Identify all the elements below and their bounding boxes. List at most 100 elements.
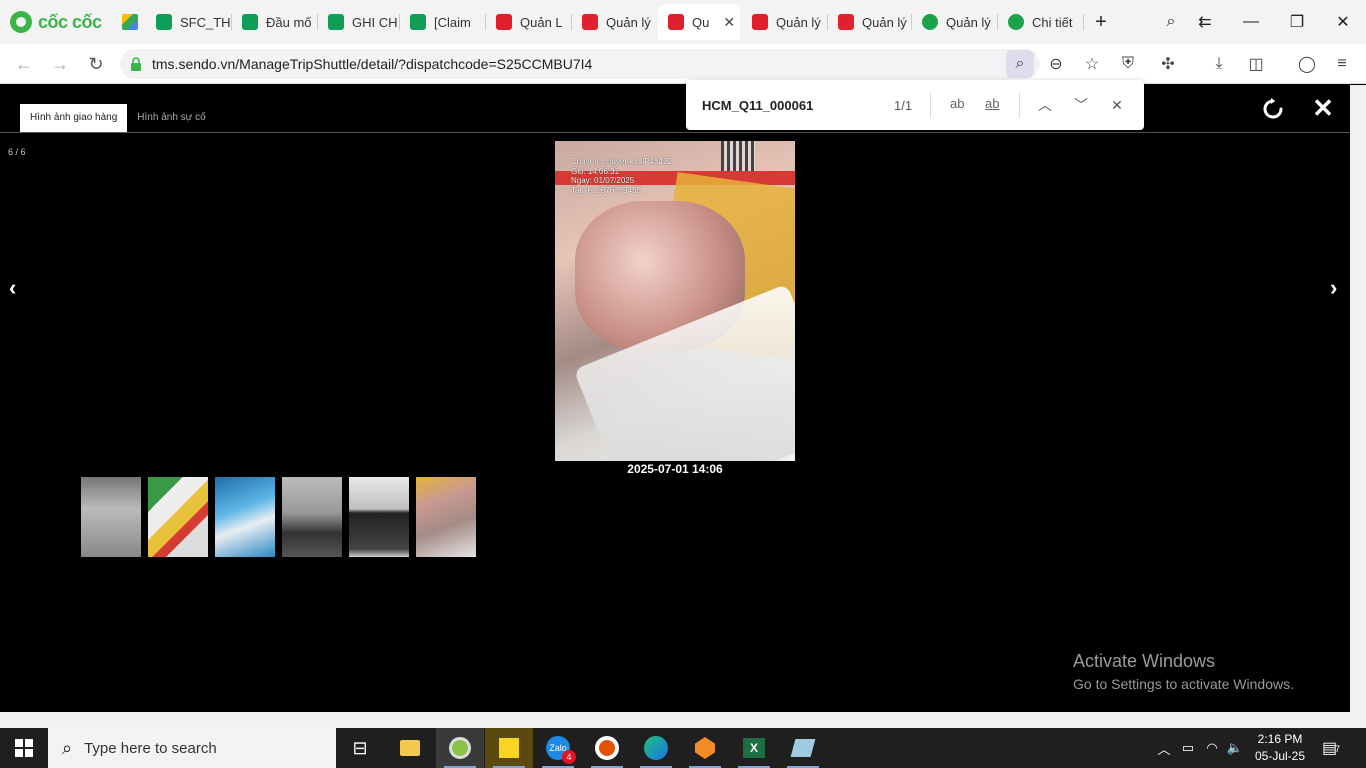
photo-timestamp: 2025-07-01 14:06	[627, 462, 723, 476]
viewer-tabs: Hình ảnh giao hàng Hình ảnh sự cố	[20, 104, 216, 132]
tab-6-active[interactable]: Qu ✕	[658, 4, 740, 40]
excel-icon[interactable]: X	[730, 728, 778, 768]
close-window-button[interactable]: ✕	[1329, 8, 1357, 36]
tab-label: Quản L	[520, 14, 563, 30]
find-previous-icon[interactable]: ︿	[1034, 94, 1056, 116]
find-in-page-icon[interactable]: ⌕	[1006, 50, 1034, 78]
file-explorer-icon[interactable]	[386, 728, 434, 768]
address-toolbar: ← → ↻ tms.sendo.vn/ManageTripShuttle/det…	[0, 44, 1366, 84]
zoom-out-icon[interactable]: ⊖	[1042, 50, 1070, 78]
find-match-count: 1/1	[894, 98, 913, 113]
tab-label: Quản lý	[946, 14, 991, 30]
restore-button[interactable]: ❐	[1283, 8, 1311, 36]
windows-taskbar: ⌕ Type here to search ⊟ Zalo 4 X ︿ ▭ ◠ 🔈…	[0, 728, 1366, 768]
system-clock[interactable]: 2:16 PM 05-Jul-25	[1250, 731, 1310, 765]
tab-3[interactable]: [Claim	[400, 4, 486, 40]
tab-5[interactable]: Quản lý	[572, 4, 656, 40]
find-bar: HCM_Q11_000061 1/1 ab ab ︿ ﹀ ✕	[686, 80, 1144, 130]
thumbnail-2[interactable]	[148, 477, 208, 557]
tab-search-icon[interactable]: ⌕	[1157, 8, 1185, 36]
next-image-button[interactable]: ›	[1330, 275, 1337, 301]
tab-label: Đầu mố	[266, 14, 312, 30]
find-input[interactable]: HCM_Q11_000061	[702, 98, 813, 113]
notification-center-icon[interactable]: ▤ 7	[1322, 738, 1344, 758]
image-counter: 6 / 6	[8, 147, 26, 157]
profile-icon[interactable]: ◯	[1293, 50, 1321, 78]
match-case-toggle[interactable]: ab	[950, 96, 964, 111]
tab-label: Chi tiết	[1032, 14, 1073, 30]
minimize-button[interactable]: —	[1237, 8, 1265, 36]
whole-word-toggle[interactable]: ab	[985, 96, 999, 111]
ultraviewer-icon[interactable]	[583, 728, 631, 768]
horizontal-scrollbar[interactable]	[0, 712, 1366, 728]
app-orange-icon[interactable]	[681, 728, 729, 768]
sendo-icon	[752, 14, 768, 30]
zalo-icon[interactable]: Zalo 4	[534, 728, 582, 768]
menu-icon[interactable]: ≡	[1328, 50, 1356, 78]
sendo-icon	[496, 14, 512, 30]
tab-7[interactable]: Quản lý	[742, 4, 828, 40]
show-hidden-icons[interactable]: ︿	[1155, 738, 1173, 758]
image-viewer: Hình ảnh giao hàng Hình ảnh sự cố 6 / 6 …	[0, 85, 1350, 712]
new-tab-button[interactable]: +	[1087, 8, 1115, 36]
thumbnail-4[interactable]	[282, 477, 342, 557]
lock-icon[interactable]	[130, 57, 142, 71]
tab-divider	[0, 132, 1350, 133]
close-tab-icon[interactable]: ✕	[723, 14, 735, 31]
find-next-icon[interactable]: ﹀	[1070, 94, 1092, 116]
thumbnail-6[interactable]	[416, 477, 476, 557]
volume-icon[interactable]: 🔈	[1226, 738, 1244, 758]
wifi-icon[interactable]: ◠	[1203, 738, 1221, 758]
edge-icon[interactable]	[632, 728, 680, 768]
reload-button[interactable]: ↻	[82, 50, 110, 78]
back-history-icon[interactable]: ⇇	[1191, 8, 1219, 36]
close-find-icon[interactable]: ✕	[1106, 94, 1128, 116]
address-bar[interactable]: tms.sendo.vn/ManageTripShuttle/detail/?d…	[120, 49, 1040, 79]
tab-10[interactable]: Chi tiết	[998, 4, 1084, 40]
close-viewer-button[interactable]: ✕	[1311, 95, 1335, 121]
chi-icon	[922, 14, 938, 30]
rotate-icon[interactable]	[1261, 97, 1285, 121]
sticky-notes-icon[interactable]	[485, 728, 533, 768]
sheets-icon	[410, 14, 426, 30]
tab-4[interactable]: Quản L	[486, 4, 572, 40]
back-button[interactable]: ←	[10, 50, 38, 78]
forward-button[interactable]: →	[46, 50, 74, 78]
coccoc-taskbar-icon[interactable]	[436, 728, 484, 768]
tab-1[interactable]: Đầu mố	[232, 4, 318, 40]
zalo-badge: 4	[562, 750, 576, 764]
extensions-icon[interactable]: ✣	[1154, 50, 1182, 78]
chi-icon	[1008, 14, 1024, 30]
app-gray-icon[interactable]	[779, 728, 827, 768]
thumbnail-strip	[81, 477, 476, 557]
download-icon[interactable]: ⤓	[1205, 50, 1233, 78]
tab-label: Quản lý	[862, 14, 907, 30]
tab-0[interactable]: SFC_TH	[146, 4, 232, 40]
shield-icon[interactable]: ⛨	[1114, 50, 1142, 78]
sheets-icon	[156, 14, 172, 30]
brand-name: cốc cốc	[38, 11, 102, 32]
browser-brand[interactable]: cốc cốc	[10, 9, 102, 35]
tab-8[interactable]: Quản lý	[828, 4, 912, 40]
tab-2[interactable]: GHI CH	[318, 4, 400, 40]
vertical-scrollbar[interactable]	[1350, 85, 1366, 712]
notification-count: 7	[1335, 744, 1341, 754]
sendo-icon	[668, 14, 684, 30]
task-view-icon[interactable]: ⊟	[336, 728, 384, 768]
tab-9[interactable]: Quản lý	[912, 4, 998, 40]
tab-delivery-images[interactable]: Hình ảnh giao hàng	[20, 104, 128, 132]
prev-image-button[interactable]: ‹	[9, 275, 16, 301]
taskbar-search[interactable]: ⌕ Type here to search	[48, 728, 336, 768]
battery-icon[interactable]: ▭	[1179, 738, 1197, 758]
tab-label: Qu	[692, 14, 710, 30]
search-icon: ⌕	[62, 737, 73, 758]
qr-code	[721, 141, 755, 171]
tab-drive[interactable]	[112, 4, 146, 40]
windows-start-icon[interactable]	[0, 728, 48, 768]
thumbnail-5[interactable]	[349, 477, 409, 557]
split-view-icon[interactable]: ◫	[1242, 50, 1270, 78]
bookmark-star-icon[interactable]: ☆	[1078, 50, 1106, 78]
thumbnail-3[interactable]	[215, 477, 275, 557]
thumbnail-1[interactable]	[81, 477, 141, 557]
tab-incident-images[interactable]: Hình ảnh sự cố	[127, 104, 215, 132]
